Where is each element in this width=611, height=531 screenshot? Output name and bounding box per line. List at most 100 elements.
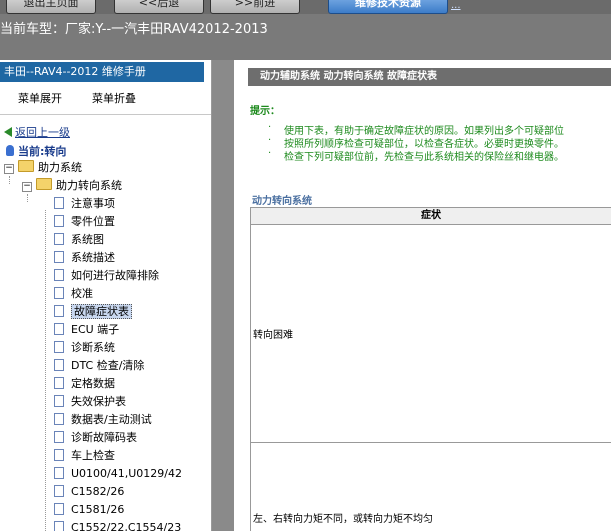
tree-item-label: C1552/22,C1554/23 — [71, 521, 182, 531]
tree-guide-line — [9, 176, 10, 184]
menu-collapse-button[interactable]: 菜单折叠 — [92, 90, 136, 106]
tree-item-label: 故障症状表 — [71, 304, 132, 319]
tree-item-label: C1582/26 — [71, 485, 125, 498]
document-icon — [54, 503, 64, 515]
document-icon — [54, 377, 64, 389]
document-icon — [54, 395, 64, 407]
tree-node-power-system[interactable]: 助力系统 — [18, 160, 82, 176]
more-link[interactable]: ... — [451, 0, 461, 11]
folder-icon — [18, 160, 34, 172]
bullet-icon: · — [268, 122, 272, 133]
tree-item-label: 校准 — [71, 287, 93, 300]
tree-item[interactable]: 数据表/主动测试 — [54, 412, 152, 428]
document-icon — [54, 359, 64, 371]
tree-item-label: 系统描述 — [71, 251, 115, 264]
tree-item[interactable]: 诊断系统 — [54, 340, 115, 356]
current-location-label: 当前:转向 — [18, 145, 67, 158]
document-icon — [54, 215, 64, 227]
tree-item-label: 系统图 — [71, 233, 104, 246]
tree-item-label: 数据表/主动测试 — [71, 413, 152, 426]
symptom-table: 症状 转向困难 左、右转向力矩不同，或转向力矩不均匀 — [250, 207, 611, 531]
tree-node-power-steering[interactable]: 助力转向系统 — [36, 178, 122, 194]
tree-item-label: 零件位置 — [71, 215, 115, 228]
tree-node-label: 助力转向系统 — [56, 179, 122, 192]
document-icon — [54, 413, 64, 425]
back-up-label: 返回上一级 — [15, 126, 70, 139]
tree-item[interactable]: 失效保护表 — [54, 394, 126, 410]
bullet-icon: · — [268, 148, 272, 159]
hint-text: 检查下列可疑部位前，先检查与此系统相关的保险丝和继电器。 — [284, 152, 564, 163]
tree-item[interactable]: C1552/22,C1554/23 — [54, 520, 181, 531]
tree-item[interactable]: C1581/26 — [54, 502, 124, 518]
tree-item[interactable]: 定格数据 — [54, 376, 115, 392]
document-icon — [54, 431, 64, 443]
tree-guide-line — [27, 194, 28, 202]
document-icon — [54, 341, 64, 353]
tree-item-label: 如何进行故障排除 — [71, 269, 159, 282]
collapse-toggle-icon[interactable]: − — [22, 182, 32, 192]
tree-item[interactable]: 注意事项 — [54, 196, 115, 212]
sidebar: 丰田--RAV4--2012 维修手册 菜单展开 菜单折叠 返回上一级 当前:转… — [0, 60, 212, 531]
bullet-icon: · — [268, 135, 272, 146]
tree-item[interactable]: 系统描述 — [54, 250, 115, 266]
tree-item[interactable]: 故障症状表 — [54, 304, 132, 320]
tree-item-label: 诊断故障码表 — [71, 431, 137, 444]
document-icon — [54, 287, 64, 299]
tree-item-label: 注意事项 — [71, 197, 115, 210]
person-icon — [6, 145, 14, 156]
current-vehicle-label: 当前车型：厂家:Y--一汽丰田RAV42012-2013 — [0, 22, 268, 37]
tree-item[interactable]: 车上检查 — [54, 448, 115, 464]
current-location: 当前:转向 — [6, 143, 66, 159]
document-icon — [54, 521, 64, 531]
tree-item[interactable]: 诊断故障码表 — [54, 430, 137, 446]
tree-item[interactable]: C1582/26 — [54, 484, 124, 500]
tree-item[interactable]: DTC 检查/清除 — [54, 358, 144, 374]
document-icon — [54, 449, 64, 461]
tree-item-label: ECU 端子 — [71, 323, 120, 336]
document-icon — [54, 485, 64, 497]
back-arrow-icon — [4, 127, 12, 137]
content-pane: 动力辅助系统 动力转向系统 故障症状表 提示： · 使用下表，有助于确定故障症状的… — [234, 60, 611, 531]
table-header: 症状 — [251, 208, 611, 225]
tree-item-label: U0100/41,U0129/42 — [71, 467, 182, 480]
tree-item-label: 诊断系统 — [71, 341, 115, 354]
tree-item[interactable]: 校准 — [54, 286, 93, 302]
table-cell: 转向困难 — [253, 330, 293, 341]
section-title: 动力转向系统 — [252, 196, 312, 207]
table-row: 转向困难 — [251, 224, 611, 443]
tree-item-label: 失效保护表 — [71, 395, 126, 408]
table-cell: 左、右转向力矩不同，或转向力矩不均匀 — [253, 514, 433, 525]
back-up-link[interactable]: 返回上一级 — [4, 124, 70, 140]
tree-item[interactable]: ECU 端子 — [54, 322, 119, 338]
tree-item[interactable]: 系统图 — [54, 232, 104, 248]
forward-button[interactable]: >>前进 — [210, 0, 300, 14]
collapse-toggle-icon[interactable]: − — [4, 164, 14, 174]
document-icon — [54, 269, 64, 281]
pane-splitter[interactable] — [212, 60, 234, 531]
manual-title: 丰田--RAV4--2012 维修手册 — [0, 62, 204, 82]
document-icon — [54, 197, 64, 209]
document-icon — [54, 251, 64, 263]
document-icon — [54, 233, 64, 245]
tree-item-label: 定格数据 — [71, 377, 115, 390]
tree-item-label: C1581/26 — [71, 503, 125, 516]
repair-resource-button[interactable]: 维修技术资源 — [328, 0, 448, 14]
document-icon — [54, 305, 64, 317]
document-icon — [54, 467, 64, 479]
top-nav-bar: 退出主页面 <<后退 >>前进 维修技术资源 ... — [0, 0, 611, 14]
back-button[interactable]: <<后退 — [114, 0, 204, 14]
tree-item[interactable]: 如何进行故障排除 — [54, 268, 159, 284]
document-icon — [54, 323, 64, 335]
tree-item-label: DTC 检查/清除 — [71, 359, 145, 372]
hint-item: · 检查下列可疑部位前，先检查与此系统相关的保险丝和继电器。 — [268, 148, 564, 163]
tree-item[interactable]: U0100/41,U0129/42 — [54, 466, 182, 482]
tree-node-label: 助力系统 — [38, 161, 82, 174]
tree-guide-line — [45, 210, 46, 531]
hint-label: 提示： — [250, 106, 280, 117]
content-header: 动力辅助系统 动力转向系统 故障症状表 — [248, 68, 611, 86]
tree-item-label: 车上检查 — [71, 449, 115, 462]
folder-open-icon — [36, 178, 52, 190]
menu-expand-button[interactable]: 菜单展开 — [18, 90, 62, 106]
tree-item[interactable]: 零件位置 — [54, 214, 115, 230]
exit-main-button[interactable]: 退出主页面 — [6, 0, 96, 14]
